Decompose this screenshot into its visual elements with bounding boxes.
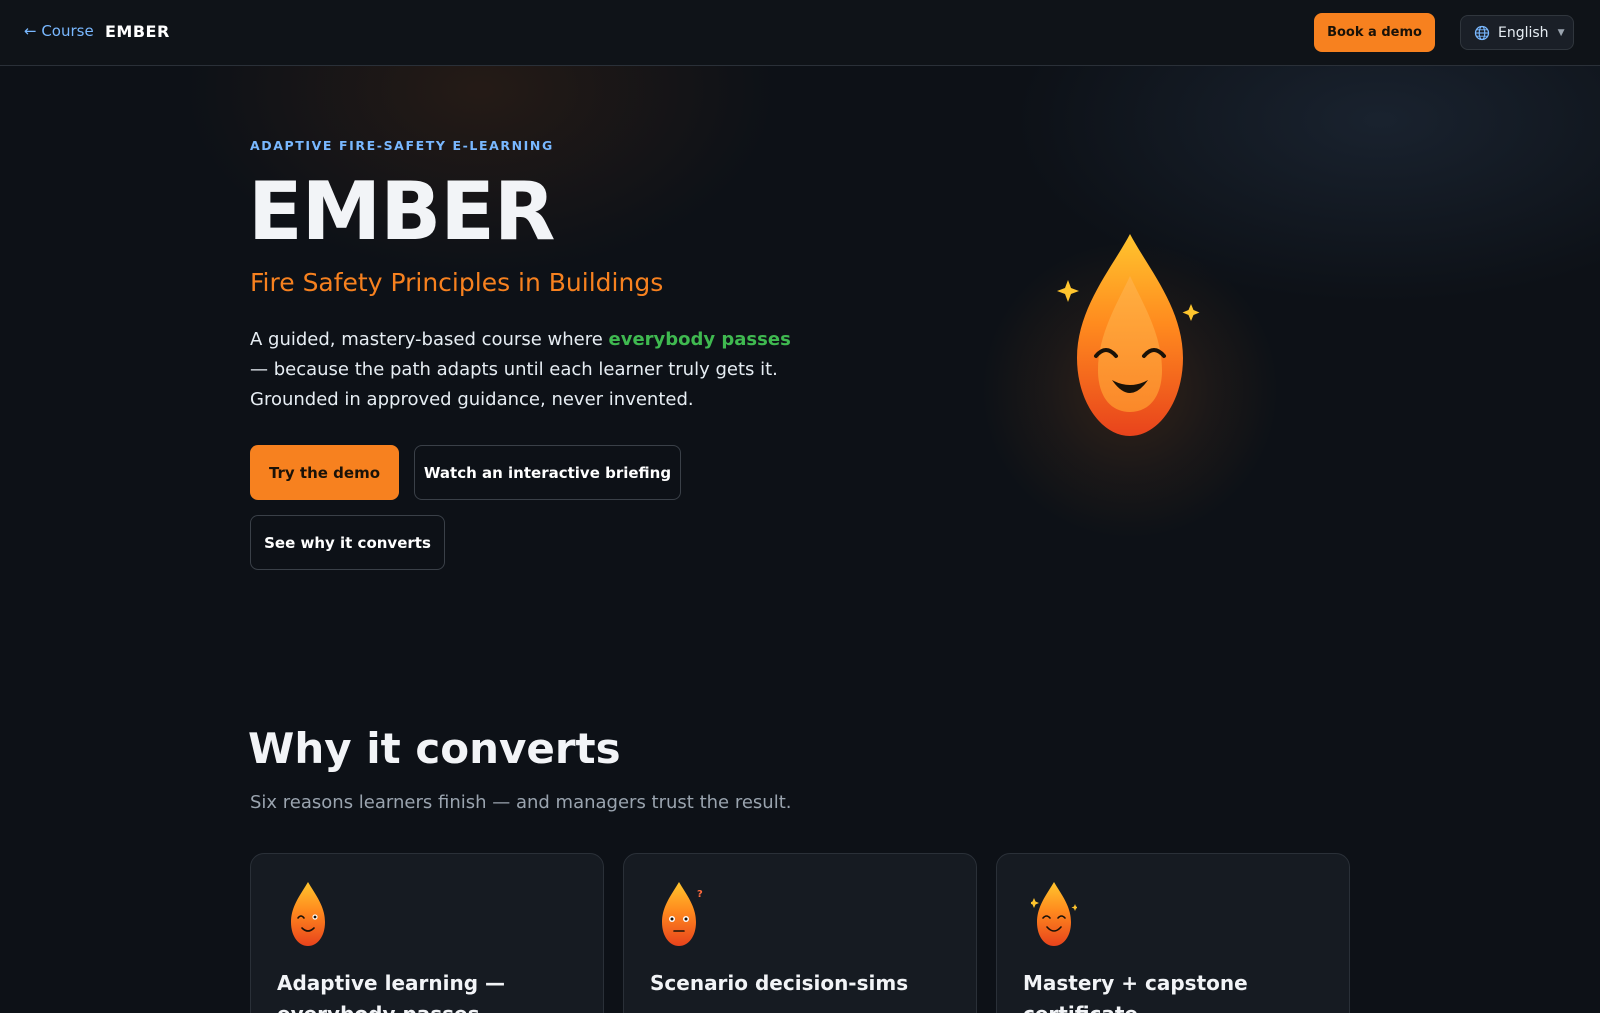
hero-eyebrow: ADAPTIVE FIRE-SAFETY E-LEARNING [250,138,554,153]
hero-subtitle: Fire Safety Principles in Buildings [250,268,664,297]
top-navigation-bar: ← Course EMBER Book a demo English ▼ [0,0,1600,66]
see-why-button[interactable]: See why it converts [250,515,445,570]
feature-card-title: Mastery + capstone certificate [1023,971,1248,1013]
book-demo-button[interactable]: Book a demo [1314,13,1435,52]
back-to-course-link[interactable]: ← Course [24,22,94,40]
curious-flame-icon: ? [662,882,703,946]
smiling-flame-mascot-icon [1057,234,1200,436]
globe-icon [1474,25,1490,40]
hero-title: EMBER [248,165,555,258]
language-select[interactable]: English ▼ [1460,15,1574,50]
feature-card-scenario: ? Scenario decision-sims [623,853,977,1013]
svg-text:?: ? [697,889,703,900]
watch-briefing-button[interactable]: Watch an interactive briefing [414,445,681,500]
feature-card-title: Adaptive learning — everybody passes [277,971,505,1013]
hero-description-lead: A guided, mastery-based course where [250,329,609,350]
winking-flame-icon [291,882,325,946]
hero-description-highlight: everybody passes [608,329,791,350]
language-select-value: English [1498,24,1549,41]
try-demo-button[interactable]: Try the demo [250,445,399,500]
section-subtitle: Six reasons learners finish — and manage… [250,792,792,813]
brand-logo-text: EMBER [105,22,170,41]
section-title: Why it converts [248,724,621,773]
feature-card-adaptive: Adaptive learning — everybody passes [250,853,604,1013]
chevron-down-icon: ▼ [1557,27,1565,38]
feature-card-title: Scenario decision-sims [650,971,909,995]
page: ← Course EMBER Book a demo English ▼ ADA… [0,0,1600,1013]
hero-description-tail: — because the path adapts until each lea… [250,359,778,410]
feature-card-mastery: Mastery + capstone certificate [996,853,1350,1013]
sparkle-flame-icon [1031,882,1077,946]
hero-description: A guided, mastery-based course where eve… [250,325,810,415]
